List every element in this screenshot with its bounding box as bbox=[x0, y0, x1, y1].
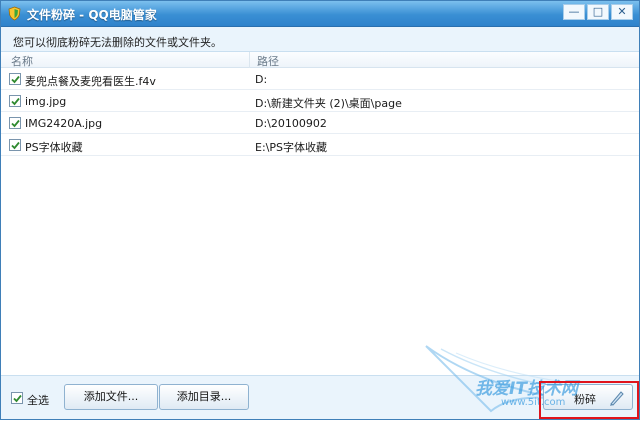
file-name: img.jpg bbox=[25, 95, 67, 108]
window-title: 文件粉碎 - QQ电脑管家 bbox=[27, 8, 157, 22]
row-checkbox[interactable] bbox=[9, 95, 21, 107]
table-row[interactable]: IMG2420A.jpg D:\20100902 bbox=[1, 112, 639, 134]
row-checkbox[interactable] bbox=[9, 139, 21, 151]
table-row[interactable]: 麦兜点餐及麦兜看医生.f4v D: bbox=[1, 68, 639, 90]
checkmark-icon bbox=[11, 119, 20, 128]
file-name: PS字体收藏 bbox=[25, 141, 83, 154]
maximize-button[interactable]: □ bbox=[587, 4, 609, 20]
select-all-checkbox[interactable] bbox=[11, 392, 23, 404]
table-row[interactable]: img.jpg D:\新建文件夹 (2)\桌面\page bbox=[1, 90, 639, 112]
close-button[interactable]: ✕ bbox=[611, 4, 633, 20]
checkmark-icon bbox=[11, 97, 20, 106]
file-path: D:\20100902 bbox=[255, 117, 327, 130]
column-divider[interactable] bbox=[249, 52, 250, 68]
file-name: IMG2420A.jpg bbox=[25, 117, 103, 130]
table-row[interactable]: PS字体收藏 E:\PS字体收藏 bbox=[1, 134, 639, 156]
row-checkbox[interactable] bbox=[9, 117, 21, 129]
file-path: D:\新建文件夹 (2)\桌面\page bbox=[255, 97, 402, 110]
file-path: D: bbox=[255, 73, 268, 86]
add-directory-button[interactable]: 添加目录... bbox=[159, 384, 249, 410]
column-header-path[interactable]: 路径 bbox=[257, 53, 279, 69]
add-file-button[interactable]: 添加文件... bbox=[64, 384, 158, 410]
table-header: 名称 路径 bbox=[1, 52, 639, 68]
qq-pcmgr-shield-icon bbox=[7, 6, 22, 21]
file-path: E:\PS字体收藏 bbox=[255, 141, 327, 154]
checkmark-icon bbox=[11, 141, 20, 150]
file-shredder-window: 文件粉碎 - QQ电脑管家 — □ ✕ 您可以彻底粉碎无法删除的文件或文件夹。 … bbox=[0, 0, 640, 420]
select-all-label: 全选 bbox=[27, 394, 49, 407]
file-list: 名称 路径 麦兜点餐及麦兜看医生.f4v D: img.jpg D:\新建文件夹… bbox=[1, 51, 639, 376]
column-header-name[interactable]: 名称 bbox=[11, 53, 33, 69]
file-name: 麦兜点餐及麦兜看医生.f4v bbox=[25, 75, 156, 88]
title-bar: 文件粉碎 - QQ电脑管家 — □ ✕ bbox=[1, 1, 639, 27]
checkmark-icon bbox=[11, 75, 20, 84]
minimize-button[interactable]: — bbox=[563, 4, 585, 20]
shred-button-highlight-box bbox=[539, 381, 639, 419]
row-checkbox[interactable] bbox=[9, 73, 21, 85]
checkmark-icon bbox=[13, 394, 22, 403]
description-text: 您可以彻底粉碎无法删除的文件或文件夹。 bbox=[13, 36, 222, 49]
